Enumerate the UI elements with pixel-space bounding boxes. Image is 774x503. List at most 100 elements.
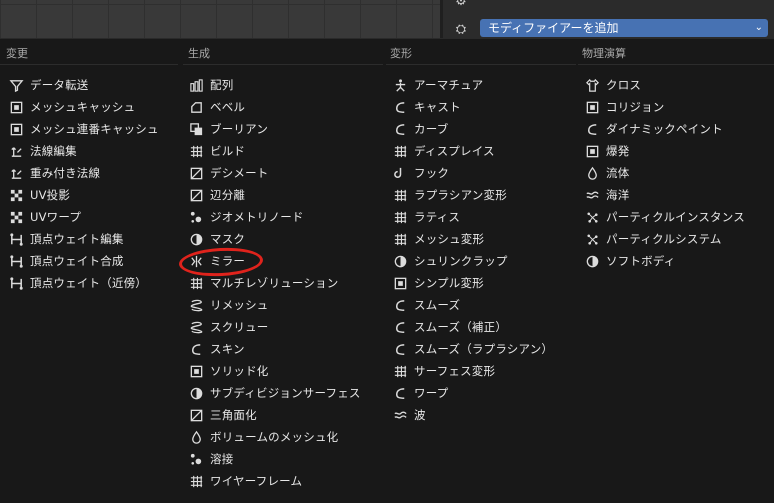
menu-item-label: 頂点ウェイト（近傍） [30,276,147,290]
menu-item-label: ブーリアン [210,122,269,136]
menu-item-label: UVワープ [30,210,82,224]
menu-item-label: スクリュー [210,320,269,334]
menu-item-3-3[interactable]: 爆発 [584,141,629,161]
menu-item-1-14[interactable]: サブディビジョンサーフェス [188,383,361,403]
menu-item-label: スムーズ（ラプラシアン） [414,342,554,356]
menu-item-1-16[interactable]: ボリュームのメッシュ化 [188,427,338,447]
menu-item-label: スキン [210,342,245,356]
menu-item-1-13[interactable]: ソリッド化 [188,361,269,381]
menu-item-2-5[interactable]: ラプラシアン変形 [392,185,507,205]
menu-item-2-14[interactable]: ワープ [392,383,448,403]
arm-icon [392,77,408,93]
menu-item-label: シンプル変形 [414,276,484,290]
menu-item-3-7[interactable]: パーティクルシステム [584,229,722,249]
menu-item-3-4[interactable]: 流体 [584,163,629,183]
divider [578,64,774,65]
menu-item-label: ラプラシアン変形 [414,188,507,202]
checker-icon [8,209,24,225]
menu-item-0-3[interactable]: 法線編集 [8,141,77,161]
menu-item-2-11[interactable]: スムーズ（補正） [392,317,507,337]
menu-item-label: フック [414,166,450,180]
menu-item-1-12[interactable]: スキン [188,339,245,359]
menu-item-1-4[interactable]: デシメート [188,163,269,183]
add-modifier-menu: 変更 生成 変形 物理演算 データ転送 メッシュキャッシュ メッシュ連番キャッシュ法… [0,38,774,503]
menu-item-1-1[interactable]: ベベル [188,97,245,117]
menu-item-0-9[interactable]: 頂点ウェイト（近傍） [8,273,147,293]
add-modifier-dropdown[interactable]: モディファイアーを追加 ⌄ [480,19,768,37]
spark-icon [584,231,600,247]
bool-icon [188,121,204,137]
menu-item-3-8[interactable]: ソフトボディ [584,251,675,271]
menu-item-1-0[interactable]: 配列 [188,75,233,95]
menu-item-3-1[interactable]: コリジョン [584,97,665,117]
menu-item-label: 流体 [606,166,630,180]
menu-item-2-3[interactable]: ディスプレイス [392,141,495,161]
menu-item-1-18[interactable]: ワイヤーフレーム [188,471,302,491]
menu-item-label: 辺分離 [210,188,246,202]
circle-icon [188,385,204,401]
menu-item-2-12[interactable]: スムーズ（ラプラシアン） [392,339,553,359]
menu-item-1-17[interactable]: 溶接 [188,449,233,469]
curve-icon [392,121,408,137]
weight-icon [8,231,24,247]
circle-icon [584,253,600,269]
menu-item-1-5[interactable]: 辺分離 [188,185,245,205]
wrench-icon[interactable]: ⚙ [453,0,469,10]
menu-item-1-2[interactable]: ブーリアン [188,119,268,139]
menu-item-2-4[interactable]: フック [392,163,449,183]
drop-icon [584,165,600,181]
menu-item-label: 法線編集 [30,144,77,158]
menu-item-0-8[interactable]: 頂点ウェイト合成 [8,251,124,271]
menu-item-label: 波 [414,408,426,422]
menu-item-1-11[interactable]: スクリュー [188,317,269,337]
menu-item-2-7[interactable]: メッシュ変形 [392,229,484,249]
spiral-icon [188,319,204,335]
menu-item-label: 溶接 [210,452,234,466]
menu-item-0-0[interactable]: データ転送 [8,75,89,95]
menu-item-0-1[interactable]: メッシュキャッシュ [8,97,135,117]
box-icon [584,99,600,115]
chevron-down-icon: ⌄ [754,22,763,33]
menu-item-0-6[interactable]: UVワープ [8,207,81,227]
wave-icon [584,187,600,203]
menu-item-1-6[interactable]: ジオメトリノード [188,207,304,227]
menu-item-2-2[interactable]: カーブ [392,119,448,139]
menu-item-label: マスク [210,232,246,246]
menu-item-label: ソフトボディ [606,254,676,268]
menu-item-3-5[interactable]: 海洋 [584,185,629,205]
dots-icon [188,451,204,467]
menu-item-3-0[interactable]: クロス [584,75,641,95]
menu-item-1-10[interactable]: リメッシュ [188,295,269,315]
menu-item-0-5[interactable]: UV投影 [8,185,70,205]
menu-item-2-8[interactable]: シュリンクラップ [392,251,508,271]
menu-item-0-4[interactable]: 重み付き法線 [8,163,100,183]
menu-item-2-0[interactable]: アーマチュア [392,75,483,95]
menu-item-1-3[interactable]: ビルド [188,141,245,161]
menu-item-label: コリジョン [606,100,665,114]
menu-item-2-6[interactable]: ラティス [392,207,460,227]
menu-item-label: ジオメトリノード [210,210,304,224]
add-modifier-label: モディファイアーを追加 [488,21,619,35]
menu-item-1-15[interactable]: 三角面化 [188,405,257,425]
hook-icon [392,165,408,181]
menu-item-3-2[interactable]: ダイナミックペイント [584,119,723,139]
menu-item-label: ベベル [210,100,246,114]
menu-item-2-1[interactable]: キャスト [392,97,461,117]
menu-item-2-13[interactable]: サーフェス変形 [392,361,495,381]
menu-item-label: 重み付き法線 [30,166,101,180]
menu-item-3-6[interactable]: パーティクルインスタンス [584,207,745,227]
grid-icon [188,143,204,159]
menu-item-0-2[interactable]: メッシュ連番キャッシュ [8,119,159,139]
box-icon [392,275,408,291]
menu-item-0-7[interactable]: 頂点ウェイト編集 [8,229,124,249]
menu-item-label: ビルド [210,144,246,158]
menu-item-2-10[interactable]: スムーズ [392,295,460,315]
menu-item-1-7[interactable]: マスク [188,229,245,249]
menu-item-label: メッシュキャッシュ [30,100,136,114]
menu-item-2-9[interactable]: シンプル変形 [392,273,484,293]
menu-item-2-15[interactable]: 波 [392,405,426,425]
circle-icon [392,253,408,269]
menu-item-label: ソリッド化 [210,364,269,378]
menu-item-label: スムーズ（補正） [414,320,508,334]
physics-icon[interactable]: ⛭ [453,22,469,38]
